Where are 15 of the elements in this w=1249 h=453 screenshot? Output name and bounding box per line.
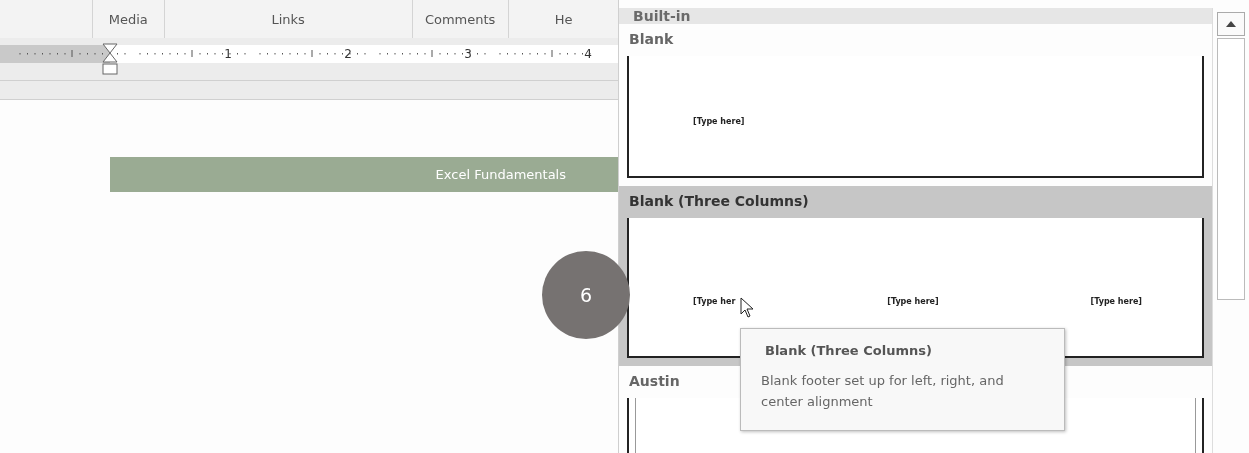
banner-text: Excel Fundamentals	[435, 167, 566, 182]
section-header: Built-in	[633, 8, 691, 24]
ruler-number: 4	[584, 47, 592, 61]
ribbon-group-label: He	[554, 11, 573, 27]
item-title: Blank (Three Columns)	[629, 193, 809, 209]
tooltip-description: Blank footer set up for left, right, and center alignment	[761, 372, 1005, 411]
tooltip-title: Blank (Three Columns)	[765, 343, 933, 358]
ruler-number: 2	[344, 47, 352, 61]
ribbon-group-label: Media	[108, 11, 148, 27]
ruler-number: 1	[224, 47, 232, 61]
ribbon-group-label: Links	[271, 11, 305, 27]
item-title: Blank	[629, 31, 674, 47]
ribbon-group-label: Comments	[424, 11, 496, 27]
ruler-number: 3	[464, 47, 472, 61]
item-title: Austin	[629, 373, 680, 389]
